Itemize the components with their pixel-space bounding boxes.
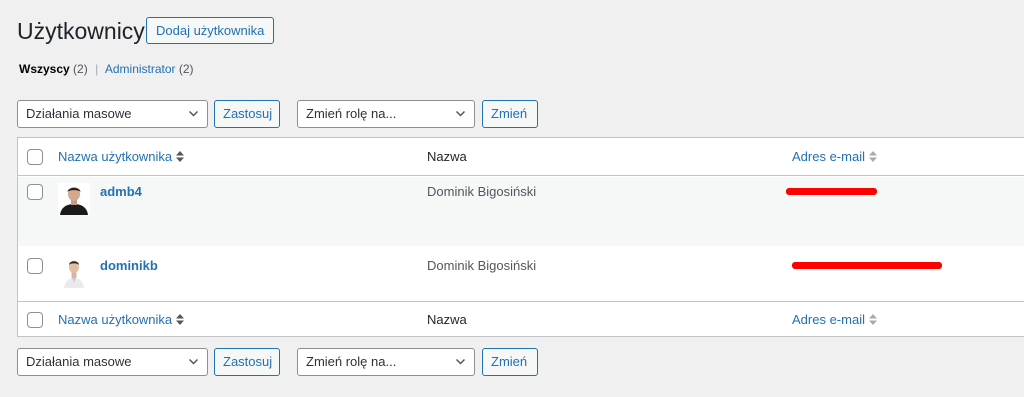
users-table: Nazwa użytkownika Nazwa Adres e-mail adm… [17,137,1024,337]
redacted-email [786,188,877,195]
bulk-apply-button[interactable]: Zastosuj [214,100,280,128]
row-checkbox[interactable] [27,184,43,200]
change-role-select-value: Zmień rolę na... [306,354,397,369]
select-all-checkbox[interactable] [27,149,43,165]
chevron-down-icon [455,358,466,365]
table-row: admb4 Dominik Bigosiński [18,177,1024,246]
chevron-down-icon [455,110,466,117]
sort-icon [868,151,877,162]
bulk-apply-button[interactable]: Zastosuj [214,348,280,376]
filter-separator: | [95,62,99,76]
username-link[interactable]: dominikb [100,258,158,273]
table-header-row: Nazwa użytkownika Nazwa Adres e-mail [18,138,1024,176]
column-username-header[interactable]: Nazwa użytkownika [58,149,185,164]
chevron-down-icon [188,358,199,365]
column-name-header: Nazwa [427,149,467,164]
change-role-select[interactable]: Zmień rolę na... [297,348,475,376]
bulk-actions-select-value: Działania masowe [26,354,132,369]
avatar[interactable] [58,183,90,215]
table-footer-row: Nazwa użytkownika Nazwa Adres e-mail [18,301,1024,337]
column-email-footer[interactable]: Adres e-mail [792,312,878,327]
user-full-name: Dominik Bigosiński [427,184,537,199]
column-username-footer[interactable]: Nazwa użytkownika [58,312,185,327]
add-user-button[interactable]: Dodaj użytkownika [146,17,275,44]
column-name-footer: Nazwa [427,312,467,327]
sort-icon [176,314,185,325]
change-role-button[interactable]: Zmień [482,348,538,376]
column-email-label: Adres e-mail [792,149,865,164]
sort-icon [176,151,185,162]
filter-all-link[interactable]: Wszyscy [19,62,70,76]
filter-all-count: (2) [73,62,88,76]
user-full-name: Dominik Bigosiński [427,258,537,273]
filter-administrator-link[interactable]: Administrator [105,62,176,76]
change-role-select[interactable]: Zmień rolę na... [297,100,475,128]
table-row: dominikb Dominik Bigosiński [18,246,1024,301]
change-role-button[interactable]: Zmień [482,100,538,128]
column-email-label: Adres e-mail [792,312,865,327]
bulk-actions-select[interactable]: Działania masowe [17,348,208,376]
select-all-checkbox[interactable] [27,312,43,328]
user-role-filter: Wszyscy (2) | Administrator (2) [19,62,194,76]
sort-icon [868,314,877,325]
row-checkbox[interactable] [27,258,43,274]
column-username-label: Nazwa użytkownika [58,312,173,327]
page-title: Użytkownicy [17,18,145,44]
avatar[interactable] [58,256,90,288]
chevron-down-icon [188,110,199,117]
redacted-email [792,262,942,269]
change-role-select-value: Zmień rolę na... [306,106,397,121]
username-link[interactable]: admb4 [100,184,142,199]
column-username-label: Nazwa użytkownika [58,149,173,164]
bulk-actions-select[interactable]: Działania masowe [17,100,208,128]
bulk-actions-select-value: Działania masowe [26,106,132,121]
column-email-header[interactable]: Adres e-mail [792,149,878,164]
filter-administrator-count: (2) [178,62,194,76]
